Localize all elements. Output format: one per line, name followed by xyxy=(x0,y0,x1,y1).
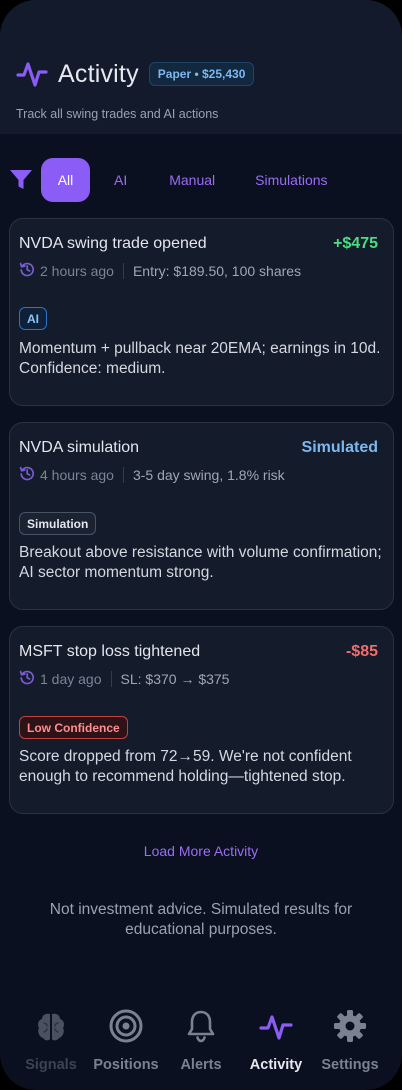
history-icon xyxy=(19,261,35,282)
activity-meta: 1 day ago SL: $370 → $375 xyxy=(19,670,229,688)
activity-detail: SL: $370 → $375 xyxy=(120,671,230,687)
simulation-tag: Simulation xyxy=(19,512,97,535)
activity-time: 2 hours ago xyxy=(40,263,114,279)
tab-positions[interactable]: Positions xyxy=(90,1002,162,1082)
history-icon xyxy=(19,669,35,690)
activity-card[interactable]: MSFT stop loss tightened -$85 1 day ago … xyxy=(9,626,394,814)
meta-divider xyxy=(122,263,124,279)
tab-alerts[interactable]: Alerts xyxy=(174,1002,228,1082)
tab-label: Activity xyxy=(249,1057,303,1073)
activity-detail: 3-5 day swing, 1.8% risk xyxy=(132,467,285,483)
meta-divider xyxy=(110,671,112,687)
activity-time: 4 hours ago xyxy=(40,467,114,483)
tab-activity[interactable]: Activity xyxy=(244,1002,308,1082)
activity-description: Score dropped from 72→59. We're not conf… xyxy=(19,748,352,785)
activity-description: Breakout above resistance with volume co… xyxy=(19,544,382,581)
bottom-tab-bar: Signals Positions Alerts Activity Settin… xyxy=(0,1002,402,1090)
activity-value: Simulated xyxy=(301,439,378,456)
tab-label: Signals xyxy=(25,1057,77,1073)
gear-icon xyxy=(333,1009,367,1048)
title-row: Activity Paper • $25,430 xyxy=(16,58,255,90)
activity-meta: 4 hours ago 3-5 day swing, 1.8% risk xyxy=(19,466,285,484)
filter-chip-ai[interactable]: AI xyxy=(114,158,127,202)
bell-icon xyxy=(185,1009,217,1048)
tab-label: Settings xyxy=(321,1057,379,1073)
low-confidence-tag: Low Confidence xyxy=(19,716,128,739)
activity-title: MSFT stop loss tightened xyxy=(19,643,201,660)
header: Activity Paper • $25,430 Track all swing… xyxy=(0,0,402,134)
tab-label: Alerts xyxy=(180,1057,222,1073)
activity-card[interactable]: NVDA swing trade opened +$475 2 hours ag… xyxy=(9,218,394,406)
meta-divider xyxy=(122,467,124,483)
tab-label: Positions xyxy=(93,1057,159,1073)
brain-icon xyxy=(35,1011,67,1048)
tab-signals[interactable]: Signals xyxy=(22,1002,80,1082)
activity-title: NVDA simulation xyxy=(19,439,140,456)
history-icon xyxy=(19,465,35,486)
filter-icon[interactable] xyxy=(8,167,34,193)
ai-tag: AI xyxy=(19,307,47,330)
app-screen: Activity Paper • $25,430 Track all swing… xyxy=(0,0,402,1090)
activity-meta: 2 hours ago Entry: $189.50, 100 shares xyxy=(19,262,301,280)
target-icon xyxy=(109,1009,143,1048)
page-subtitle: Track all swing trades and AI actions xyxy=(16,107,219,121)
disclaimer-text: Not investment advice. Simulated results… xyxy=(49,901,353,938)
filter-chip-all[interactable]: All xyxy=(41,158,90,202)
load-more-button[interactable]: Load More Activity xyxy=(0,843,402,859)
activity-pulse-icon xyxy=(16,58,48,90)
activity-value: +$475 xyxy=(333,235,378,252)
activity-detail: Entry: $189.50, 100 shares xyxy=(132,263,302,279)
activity-value: -$85 xyxy=(345,643,378,660)
activity-pulse-icon xyxy=(259,1011,293,1048)
activity-description: Momentum + pullback near 20EMA; earnings… xyxy=(19,340,381,377)
activity-time: 1 day ago xyxy=(40,671,102,687)
filter-bar: All AI Manual Simulations xyxy=(8,158,328,202)
activity-card[interactable]: NVDA simulation Simulated 4 hours ago 3-… xyxy=(9,422,394,610)
activity-title: NVDA swing trade opened xyxy=(19,235,207,252)
page-title: Activity xyxy=(58,59,139,88)
filter-chip-manual[interactable]: Manual xyxy=(169,158,215,202)
tab-settings[interactable]: Settings xyxy=(318,1002,382,1082)
filter-chip-simulations[interactable]: Simulations xyxy=(255,158,327,202)
paper-balance-badge: Paper • $25,430 xyxy=(148,62,255,86)
